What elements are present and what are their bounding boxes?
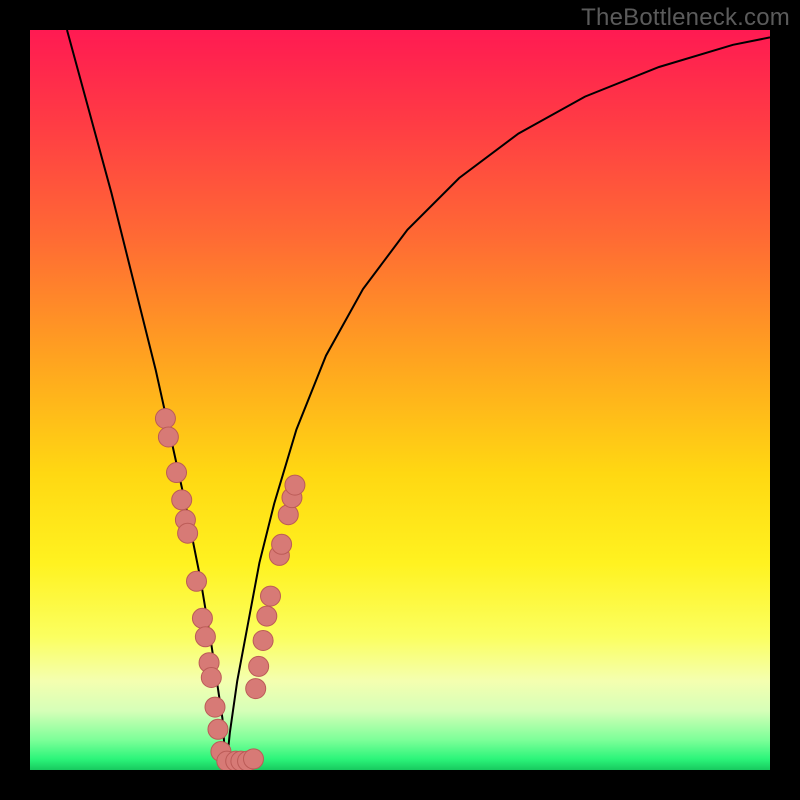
- data-marker: [155, 409, 175, 429]
- data-marker: [205, 697, 225, 717]
- data-marker: [158, 427, 178, 447]
- watermark-text: TheBottleneck.com: [581, 4, 790, 32]
- data-marker: [261, 586, 281, 606]
- data-marker: [257, 606, 277, 626]
- chart-frame: TheBottleneck.com: [0, 0, 800, 800]
- data-marker: [195, 627, 215, 647]
- data-marker: [167, 463, 187, 483]
- data-marker: [178, 523, 198, 543]
- data-marker: [278, 505, 298, 525]
- data-marker: [192, 608, 212, 628]
- data-marker: [208, 719, 228, 739]
- data-marker: [249, 656, 269, 676]
- data-marker: [187, 571, 207, 591]
- data-marker: [243, 749, 263, 769]
- data-marker: [172, 490, 192, 510]
- data-marker: [246, 679, 266, 699]
- bottleneck-chart: [0, 0, 800, 800]
- data-marker: [272, 534, 292, 554]
- data-marker: [201, 668, 221, 688]
- data-marker: [285, 475, 305, 495]
- data-marker: [253, 631, 273, 651]
- plot-background: [30, 30, 770, 770]
